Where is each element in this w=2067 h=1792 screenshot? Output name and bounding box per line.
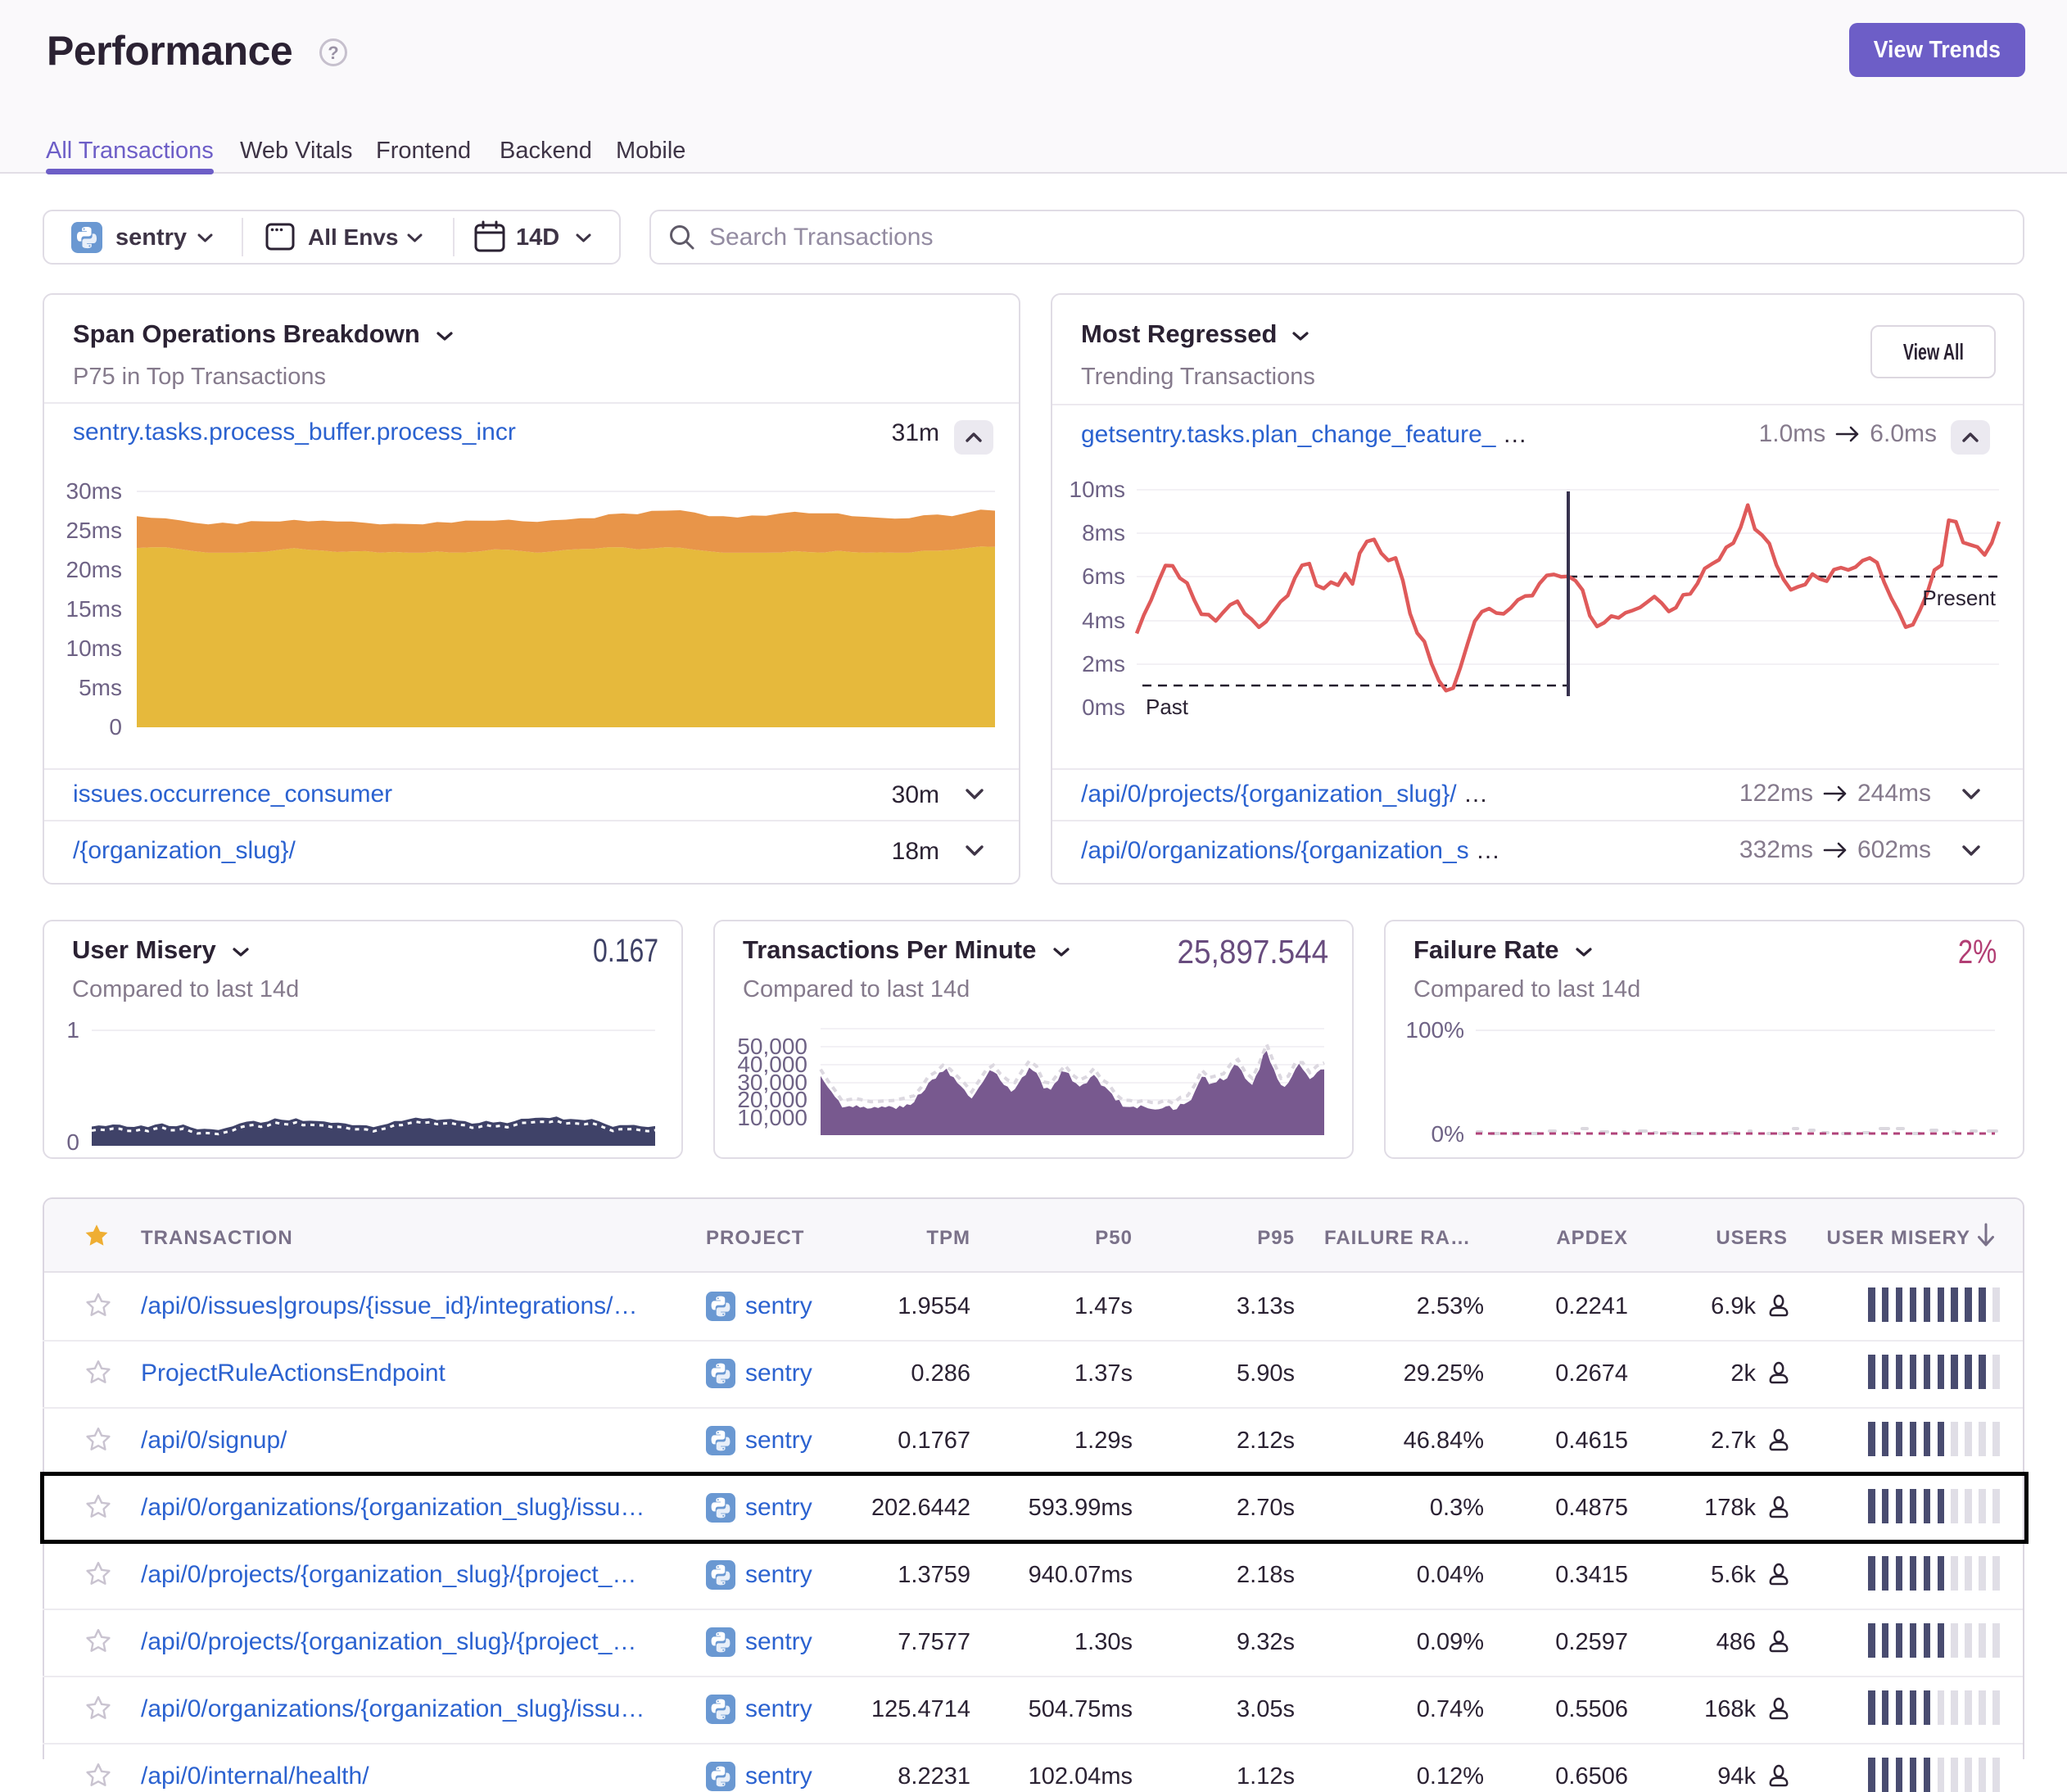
svg-text:Present: Present <box>1922 586 1996 610</box>
svg-text:0%: 0% <box>1432 1121 1464 1147</box>
svg-text:0: 0 <box>66 1129 79 1155</box>
svg-text:100%: 100% <box>1405 1017 1464 1043</box>
svg-text:10,000: 10,000 <box>737 1105 807 1130</box>
svg-text:4ms: 4ms <box>1082 608 1125 633</box>
svg-text:1: 1 <box>66 1017 79 1043</box>
svg-text:5ms: 5ms <box>79 675 122 700</box>
svg-text:8ms: 8ms <box>1082 520 1125 545</box>
svg-text:10ms: 10ms <box>1070 477 1125 502</box>
svg-text:10ms: 10ms <box>66 636 122 661</box>
svg-text:30ms: 30ms <box>66 478 122 504</box>
svg-text:2ms: 2ms <box>1082 651 1125 677</box>
svg-text:25ms: 25ms <box>66 518 122 543</box>
svg-text:Past: Past <box>1146 695 1189 719</box>
svg-text:6ms: 6ms <box>1082 563 1125 589</box>
svg-text:15ms: 15ms <box>66 596 122 622</box>
svg-text:0: 0 <box>109 714 122 740</box>
svg-text:0ms: 0ms <box>1082 695 1125 720</box>
svg-text:20ms: 20ms <box>66 557 122 582</box>
